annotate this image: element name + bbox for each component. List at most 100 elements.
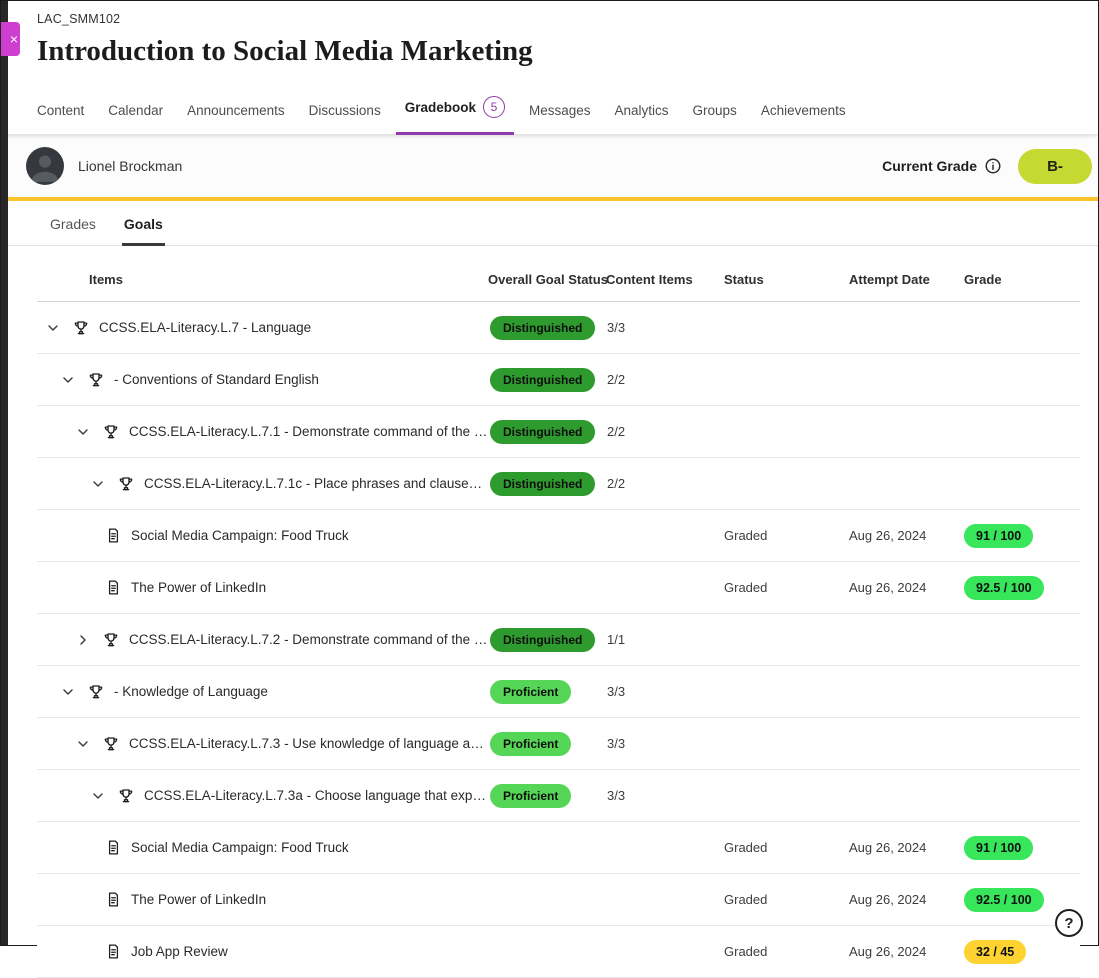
chevron-right-icon[interactable]: [75, 632, 91, 648]
items-cell: CCSS.ELA-Literacy.L.7 - Language: [37, 319, 488, 337]
content-items-cell: 3/3: [602, 736, 724, 751]
goal-status-badge: Distinguished: [490, 472, 595, 496]
goal-status-badge: Proficient: [490, 784, 571, 808]
attempt-date-cell: Aug 26, 2024: [844, 528, 964, 543]
goals-table-body: CCSS.ELA-Literacy.L.7 - LanguageDistingu…: [37, 302, 1080, 978]
goal-status-cell: Proficient: [488, 784, 602, 808]
goal-title: CCSS.ELA-Literacy.L.7.1 - Demonstrate co…: [129, 424, 488, 439]
tab-calendar[interactable]: Calendar: [108, 99, 163, 134]
tab-content[interactable]: Content: [37, 99, 84, 134]
chevron-down-icon[interactable]: [45, 320, 61, 336]
help-button[interactable]: ?: [1055, 909, 1083, 937]
grade-pill[interactable]: 92.5 / 100: [964, 888, 1044, 912]
chevron-down-icon[interactable]: [60, 372, 76, 388]
info-icon[interactable]: [984, 157, 1002, 175]
grade-cell: 92.5 / 100: [964, 888, 1080, 912]
goal-status-cell: Distinguished: [488, 420, 602, 444]
tab-gradebook-label: Gradebook: [405, 100, 476, 115]
student-name: Lionel Brockman: [78, 158, 182, 174]
grade-cell: 32 / 45: [964, 940, 1080, 964]
chevron-down-icon[interactable]: [90, 476, 106, 492]
goal-status-cell: Distinguished: [488, 368, 602, 392]
content-items-cell: 3/3: [602, 788, 724, 803]
items-cell: CCSS.ELA-Literacy.L.7.1 - Demonstrate co…: [37, 423, 488, 441]
grade-pill[interactable]: 92.5 / 100: [964, 576, 1044, 600]
grade-pill[interactable]: 32 / 45: [964, 940, 1026, 964]
status-cell: Graded: [724, 580, 844, 595]
chevron-down-icon[interactable]: [75, 424, 91, 440]
content-item-row: Social Media Campaign: Food Truck GradedA…: [37, 510, 1080, 562]
tab-announcements[interactable]: Announcements: [187, 99, 285, 134]
goal-trophy-icon: [72, 319, 90, 337]
attempt-date-cell: Aug 26, 2024: [844, 892, 964, 907]
items-cell: CCSS.ELA-Literacy.L.7.3 - Use knowledge …: [37, 735, 488, 753]
goal-status-badge: Proficient: [490, 732, 571, 756]
content-item-title[interactable]: The Power of LinkedIn: [131, 580, 266, 595]
content-items-cell: 1/1: [602, 632, 724, 647]
content-items-cell: 2/2: [602, 372, 724, 387]
grade-pill[interactable]: 91 / 100: [964, 836, 1033, 860]
content-item-row: Job App Review GradedAug 26, 202432 / 45: [37, 926, 1080, 978]
subtab-grades[interactable]: Grades: [48, 201, 98, 245]
chevron-down-icon[interactable]: [75, 736, 91, 752]
content-item-title[interactable]: Job App Review: [131, 944, 228, 959]
attempt-date-cell: Aug 26, 2024: [844, 944, 964, 959]
tab-discussions[interactable]: Discussions: [309, 99, 381, 134]
document-icon: [105, 891, 122, 908]
goal-title: CCSS.ELA-Literacy.L.7.1c - Place phrases…: [144, 476, 488, 491]
goal-trophy-icon: [102, 423, 120, 441]
current-grade-label: Current Grade: [882, 158, 977, 174]
column-header-grade: Grade: [964, 272, 1080, 287]
content-item-title[interactable]: Social Media Campaign: Food Truck: [131, 528, 349, 543]
status-cell: Graded: [724, 944, 844, 959]
goal-row: CCSS.ELA-Literacy.L.7 - LanguageDistingu…: [37, 302, 1080, 354]
content-item-title[interactable]: Social Media Campaign: Food Truck: [131, 840, 349, 855]
tab-achievements[interactable]: Achievements: [761, 99, 846, 134]
column-header-content-items: Content Items: [602, 272, 724, 287]
tab-gradebook[interactable]: Gradebook 5: [405, 92, 505, 134]
content-item-row: The Power of LinkedInGradedAug 26, 20249…: [37, 562, 1080, 614]
goal-title: CCSS.ELA-Literacy.L.7.3 - Use knowledge …: [129, 736, 488, 751]
avatar: [26, 147, 64, 185]
close-icon: ×: [10, 31, 18, 47]
goal-trophy-icon: [117, 475, 135, 493]
subtab-goals[interactable]: Goals: [122, 201, 165, 245]
column-header-items: Items: [37, 272, 488, 287]
tab-groups[interactable]: Groups: [693, 99, 737, 134]
goal-row: CCSS.ELA-Literacy.L.7.3 - Use knowledge …: [37, 718, 1080, 770]
page-title: Introduction to Social Media Marketing: [37, 33, 1068, 69]
grade-cell: 91 / 100: [964, 836, 1080, 860]
grade-cell: 91 / 100: [964, 524, 1080, 548]
goal-trophy-icon: [102, 735, 120, 753]
gradebook-goals-page: { "colors": { "accent_purple": "#9239ab"…: [0, 0, 1099, 946]
goal-status-cell: Distinguished: [488, 472, 602, 496]
goal-row: CCSS.ELA-Literacy.L.7.2 - Demonstrate co…: [37, 614, 1080, 666]
document-icon: [105, 527, 122, 544]
current-grade-pill[interactable]: B-: [1018, 149, 1092, 184]
tab-analytics[interactable]: Analytics: [615, 99, 669, 134]
course-code: LAC_SMM102: [37, 12, 1068, 26]
goal-status-cell: Distinguished: [488, 316, 602, 340]
close-panel-button[interactable]: ×: [1, 22, 20, 56]
content-item-title[interactable]: The Power of LinkedIn: [131, 892, 266, 907]
grade-pill[interactable]: 91 / 100: [964, 524, 1033, 548]
goal-row: CCSS.ELA-Literacy.L.7.3a - Choose langua…: [37, 770, 1080, 822]
goal-status-cell: Distinguished: [488, 628, 602, 652]
course-header: LAC_SMM102 Introduction to Social Media …: [1, 1, 1098, 69]
items-cell: The Power of LinkedIn: [37, 579, 488, 596]
goal-title: - Conventions of Standard English: [114, 372, 319, 387]
items-cell: - Knowledge of Language: [37, 683, 488, 701]
goal-status-badge: Distinguished: [490, 628, 595, 652]
status-cell: Graded: [724, 528, 844, 543]
course-nav: Content Calendar Announcements Discussio…: [1, 92, 1098, 135]
tab-messages[interactable]: Messages: [529, 99, 591, 134]
items-cell: CCSS.ELA-Literacy.L.7.1c - Place phrases…: [37, 475, 488, 493]
content-items-cell: 3/3: [602, 684, 724, 699]
content-items-cell: 2/2: [602, 476, 724, 491]
student-bar: Lionel Brockman Current Grade B-: [1, 135, 1098, 201]
items-cell: CCSS.ELA-Literacy.L.7.2 - Demonstrate co…: [37, 631, 488, 649]
goal-trophy-icon: [117, 787, 135, 805]
chevron-down-icon[interactable]: [60, 684, 76, 700]
chevron-down-icon[interactable]: [90, 788, 106, 804]
goal-status-badge: Distinguished: [490, 368, 595, 392]
